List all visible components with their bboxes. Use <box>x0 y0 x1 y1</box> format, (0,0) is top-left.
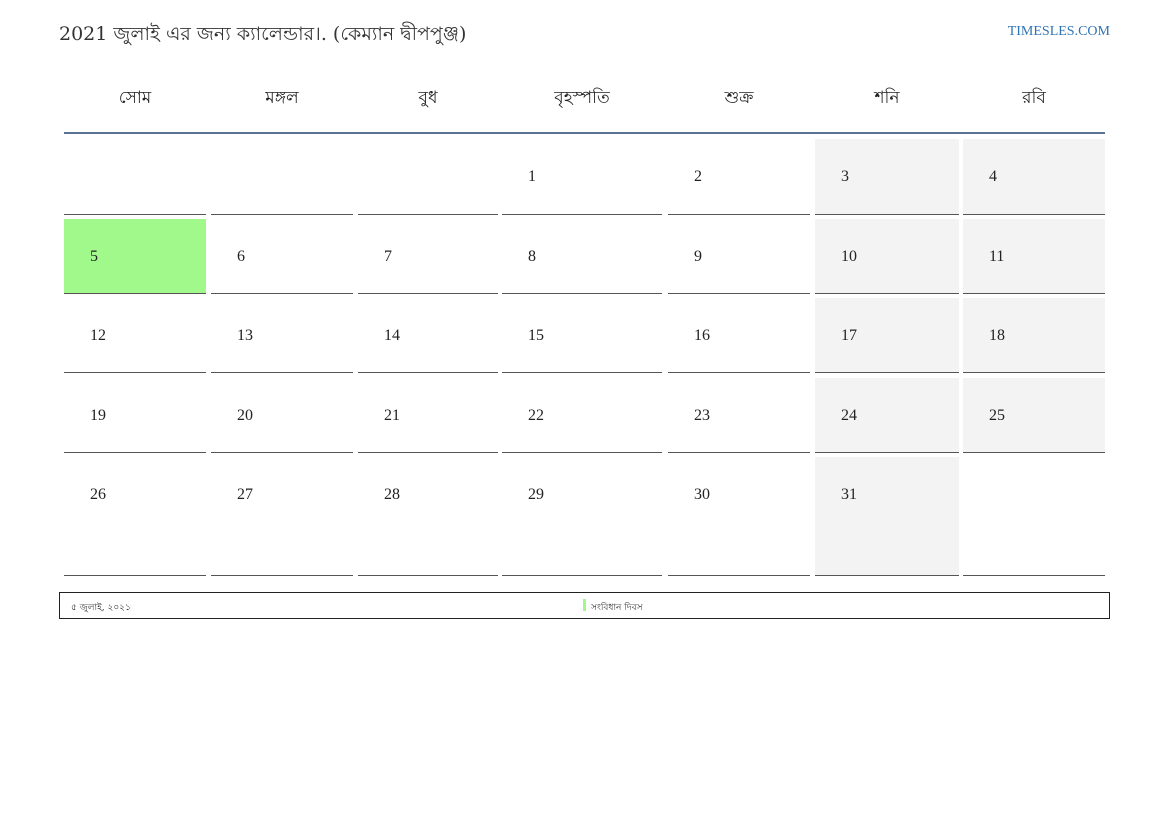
day-cell[interactable]: 17 <box>815 298 959 373</box>
day-cell[interactable]: 18 <box>963 298 1105 373</box>
day-number: 21 <box>384 407 400 424</box>
day-number: 26 <box>90 486 106 503</box>
weekday-header: শুক্র <box>724 88 754 108</box>
day-number: 24 <box>841 407 857 424</box>
weekday-header-row: সোম মঙ্গল বুধ বৃহস্পতি শুক্র শনি রবি <box>64 70 1105 134</box>
day-number: 25 <box>989 407 1005 424</box>
day-number: 18 <box>989 327 1005 344</box>
day-cell[interactable]: 11 <box>963 219 1105 294</box>
empty-day-cell <box>64 139 206 215</box>
day-number: 31 <box>841 486 857 503</box>
legend-date: ৫ জুলাই, ২০২১ <box>71 603 131 613</box>
day-cell[interactable]: 10 <box>815 219 959 294</box>
day-cell[interactable]: 24 <box>815 378 959 453</box>
day-number: 28 <box>384 486 400 503</box>
empty-day-cell <box>358 139 498 215</box>
day-cell[interactable]: 27 <box>211 457 353 576</box>
legend-holiday-name: সংবিধান দিবস <box>591 603 643 613</box>
day-number: 12 <box>90 327 106 344</box>
day-number: 7 <box>384 248 392 265</box>
day-cell[interactable]: 26 <box>64 457 206 576</box>
day-number: 29 <box>528 486 544 503</box>
day-number: 13 <box>237 327 253 344</box>
day-cell[interactable]: 15 <box>502 298 662 373</box>
weekday-header: শনি <box>874 88 900 108</box>
day-number: 9 <box>694 248 702 265</box>
day-cell[interactable]: 31 <box>815 457 959 576</box>
day-number: 30 <box>694 486 710 503</box>
day-number: 6 <box>237 248 245 265</box>
day-number: 19 <box>90 407 106 424</box>
day-number: 11 <box>989 248 1005 265</box>
day-number: 20 <box>237 407 253 424</box>
day-number: 17 <box>841 327 857 344</box>
day-number: 23 <box>694 407 710 424</box>
weekday-header: বুধ <box>418 88 438 108</box>
day-cell[interactable]: 4 <box>963 139 1105 215</box>
day-cell[interactable]: 9 <box>668 219 810 294</box>
day-number: 4 <box>989 168 997 185</box>
day-cell[interactable]: 20 <box>211 378 353 453</box>
weekday-header: বৃহস্পতি <box>554 88 610 108</box>
day-cell[interactable]: 12 <box>64 298 206 373</box>
day-number: 16 <box>694 327 710 344</box>
day-cell[interactable]: 1 <box>502 139 662 215</box>
day-number: 27 <box>237 486 253 503</box>
day-number: 22 <box>528 407 544 424</box>
holiday-legend: ৫ জুলাই, ২০২১ সংবিধান দিবস <box>59 592 1110 619</box>
day-cell[interactable]: 5 <box>64 219 206 294</box>
day-number: 1 <box>528 168 536 185</box>
day-cell[interactable]: 22 <box>502 378 662 453</box>
weekday-header: রবি <box>1022 88 1046 108</box>
day-number: 2 <box>694 168 702 185</box>
day-cell[interactable]: 25 <box>963 378 1105 453</box>
day-number: 3 <box>841 168 849 185</box>
day-cell[interactable]: 30 <box>668 457 810 576</box>
day-cell[interactable]: 13 <box>211 298 353 373</box>
empty-day-cell <box>963 457 1105 576</box>
day-cell[interactable]: 19 <box>64 378 206 453</box>
day-cell[interactable]: 8 <box>502 219 662 294</box>
day-cell[interactable]: 21 <box>358 378 498 453</box>
day-cell[interactable]: 23 <box>668 378 810 453</box>
site-link[interactable]: TIMESLES.COM <box>1008 24 1110 40</box>
day-cell[interactable]: 29 <box>502 457 662 576</box>
weekday-header: মঙ্গল <box>265 88 299 108</box>
day-cell[interactable]: 7 <box>358 219 498 294</box>
day-number: 8 <box>528 248 536 265</box>
day-number: 14 <box>384 327 400 344</box>
page-title: 2021 জুলাই এর জন্য ক্যালেন্ডার।. (কেম্যা… <box>59 23 467 45</box>
weekday-header: সোম <box>118 88 152 108</box>
empty-day-cell <box>211 139 353 215</box>
day-number: 10 <box>841 248 857 265</box>
day-cell[interactable]: 14 <box>358 298 498 373</box>
day-cell[interactable]: 2 <box>668 139 810 215</box>
legend-color-marker <box>583 599 586 611</box>
day-cell[interactable]: 6 <box>211 219 353 294</box>
day-cell[interactable]: 16 <box>668 298 810 373</box>
day-number: 5 <box>90 248 98 265</box>
day-cell[interactable]: 28 <box>358 457 498 576</box>
day-cell[interactable]: 3 <box>815 139 959 215</box>
day-number: 15 <box>528 327 544 344</box>
calendar-month-grid: সোম মঙ্গল বুধ বৃহস্পতি শুক্র শনি রবি 123456789… <box>64 70 1105 576</box>
